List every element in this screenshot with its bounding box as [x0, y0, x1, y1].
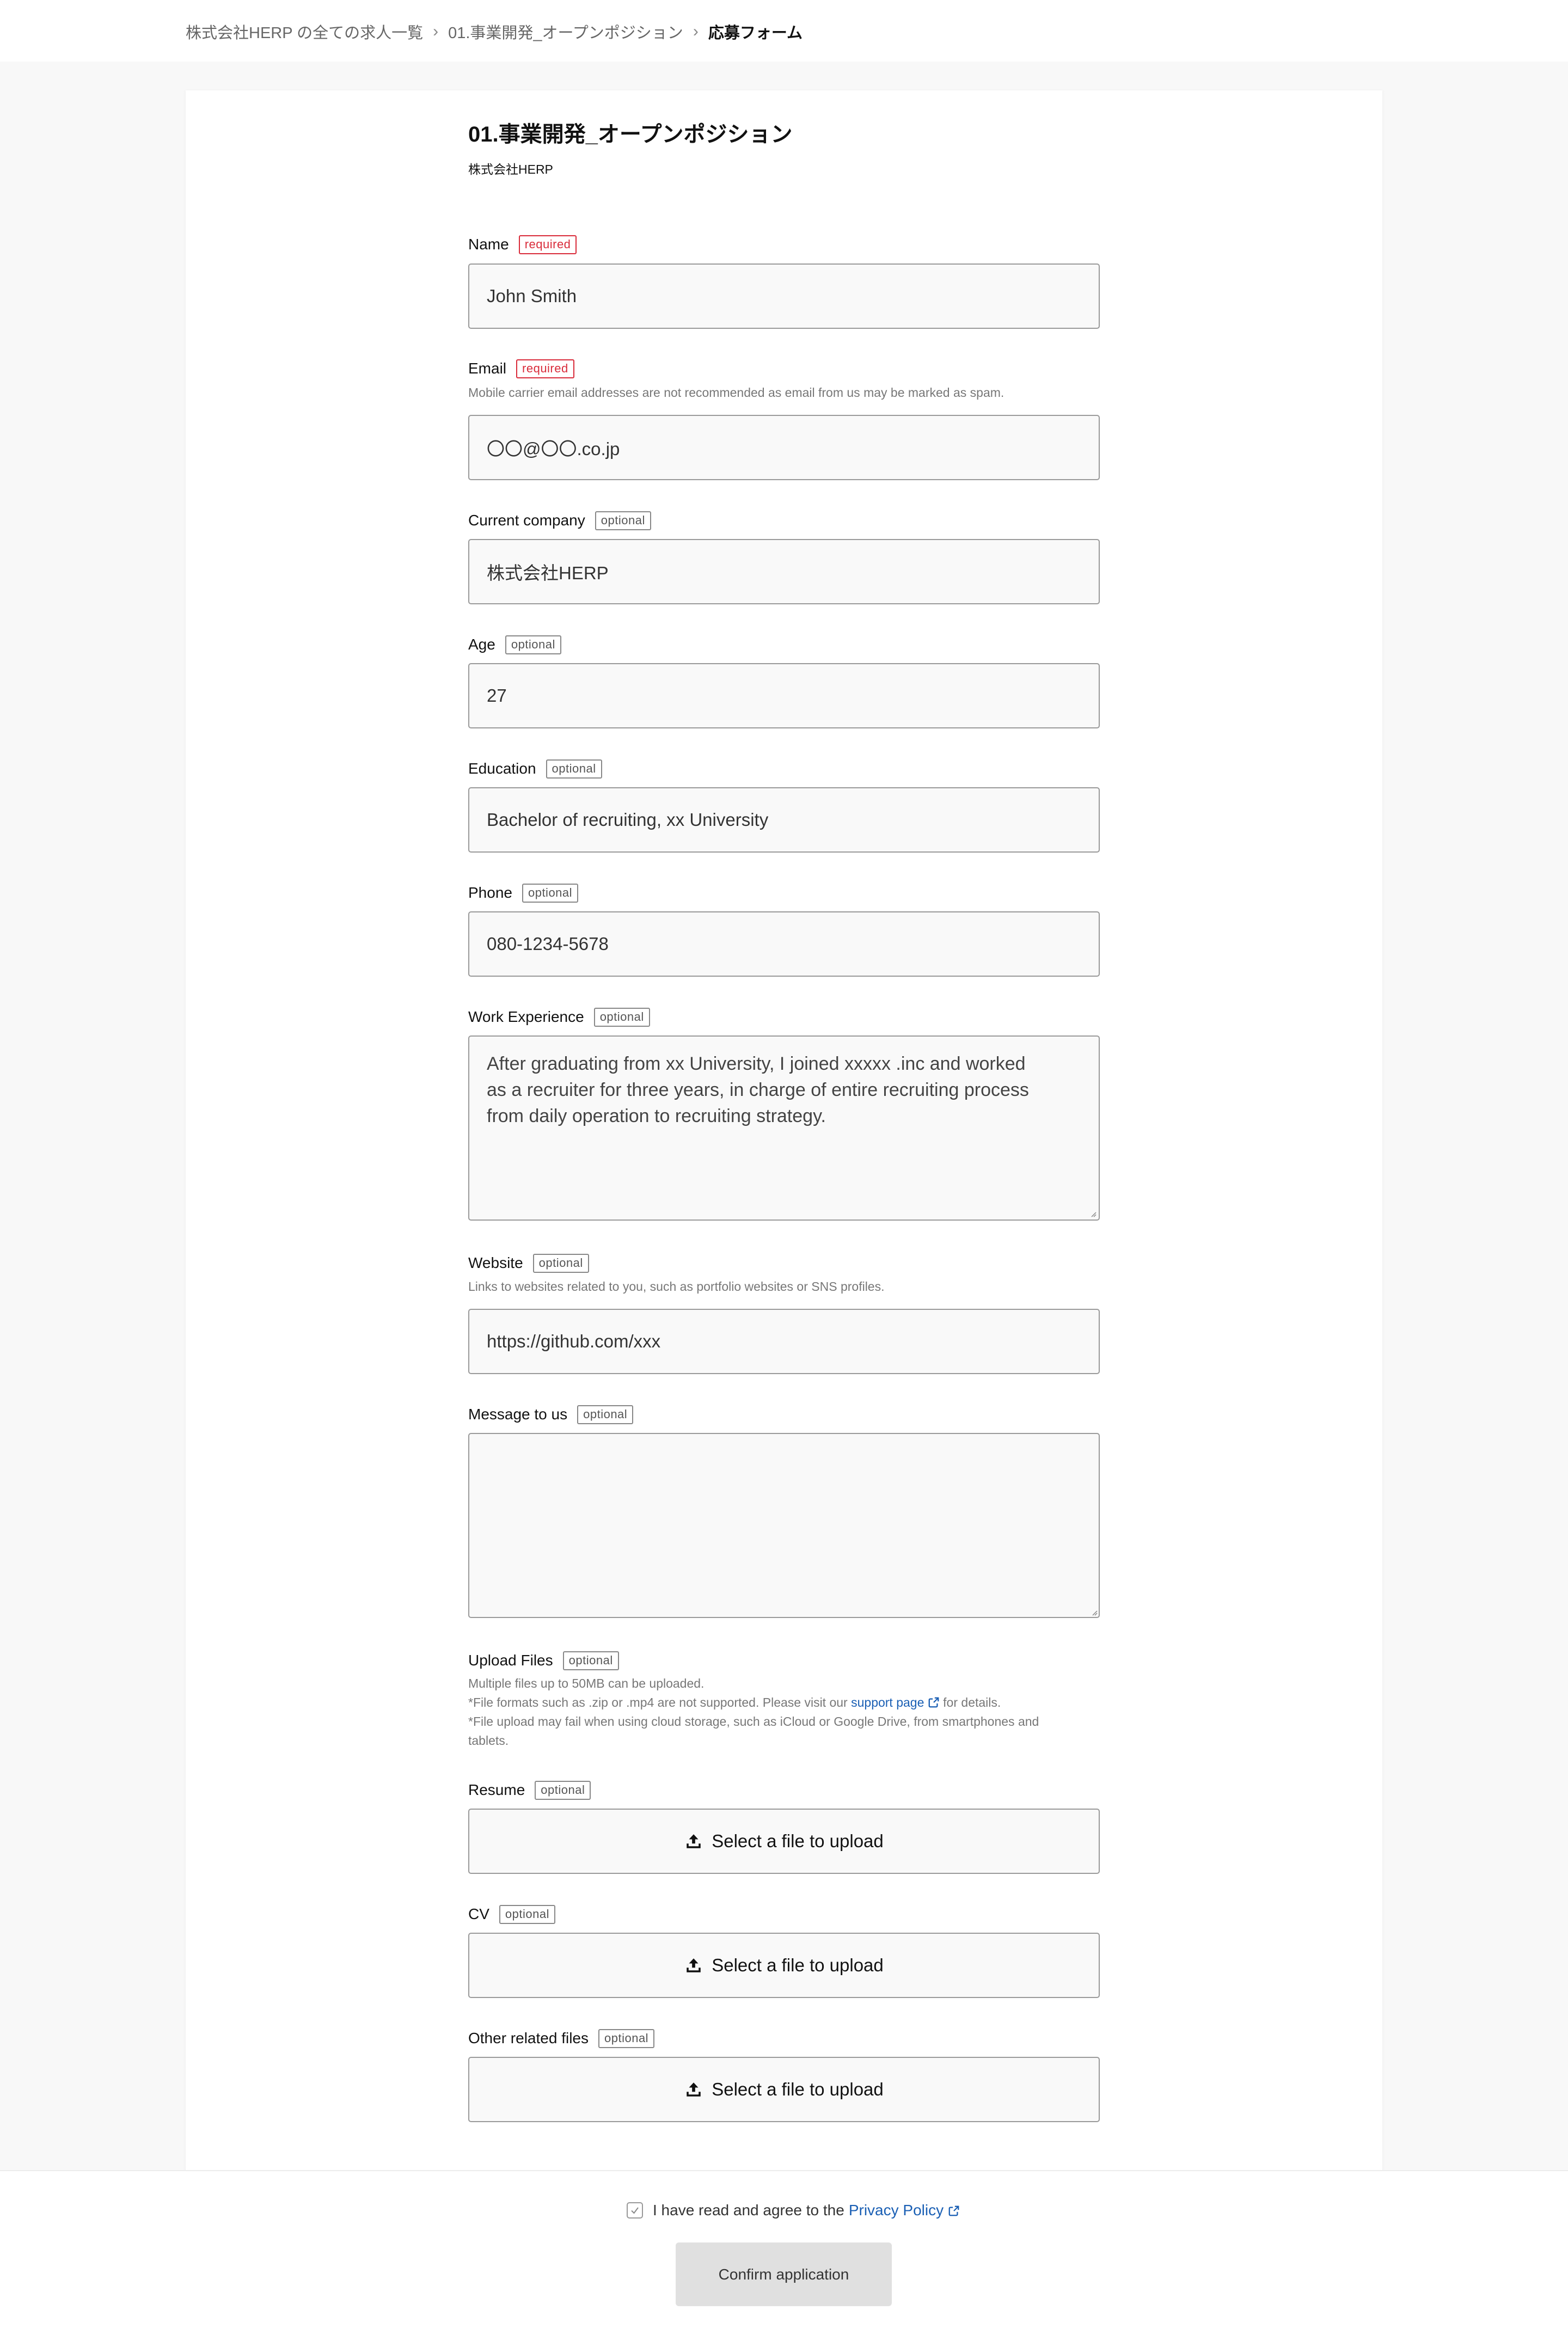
education-label: Education [468, 760, 536, 777]
cv-upload-button[interactable]: Select a file to upload [468, 1933, 1100, 1998]
company-name: 株式会社HERP [468, 162, 553, 176]
resume-upload-button[interactable]: Select a file to upload [468, 1809, 1100, 1874]
name-label: Name [468, 236, 509, 253]
company-input[interactable]: 株式会社HERP [468, 539, 1100, 604]
work-experience-label: Work Experience [468, 1008, 584, 1025]
company-label-row: Current company optional [468, 510, 651, 531]
external-link-icon [948, 2205, 959, 2216]
email-label-row: Email required [468, 358, 574, 379]
phone-label: Phone [468, 884, 512, 901]
message-label: Message to us [468, 1406, 568, 1423]
education-label-row: Education optional [468, 758, 602, 780]
phone-input[interactable]: 080-1234-5678 [468, 911, 1100, 977]
cv-label: CV [468, 1905, 489, 1922]
work-experience-line: as a recruiter for three years, in charg… [487, 1080, 1029, 1100]
privacy-checkbox[interactable] [627, 2202, 643, 2219]
breadcrumb-all-jobs-link[interactable]: 株式会社HERP の全ての求人一覧 [186, 20, 423, 43]
support-page-link-text: support page [851, 1695, 924, 1709]
resume-label: Resume [468, 1781, 525, 1798]
website-label: Website [468, 1254, 523, 1271]
optional-badge: optional [546, 759, 602, 779]
confirm-application-button[interactable]: Confirm application [676, 2242, 892, 2306]
age-label: Age [468, 636, 495, 653]
work-experience-line: from daily operation to recruiting strat… [487, 1106, 826, 1126]
email-input[interactable]: 〇〇@〇〇.co.jp [468, 415, 1100, 480]
age-input[interactable]: 27 [468, 663, 1100, 728]
message-textarea[interactable] [468, 1433, 1100, 1618]
optional-badge: optional [595, 511, 651, 530]
optional-badge: optional [505, 635, 561, 654]
education-input[interactable]: Bachelor of recruiting, xx University [468, 787, 1100, 853]
cv-label-row: CV optional [468, 1903, 555, 1925]
resume-label-row: Resume optional [468, 1779, 591, 1801]
message-label-row: Message to us optional [468, 1404, 634, 1425]
optional-badge: optional [522, 883, 579, 903]
breadcrumb-job-link[interactable]: 01.事業開発_オープンポジション [448, 20, 683, 43]
other-files-upload-button[interactable]: Select a file to upload [468, 2057, 1100, 2122]
required-badge: required [518, 235, 577, 254]
age-label-row: Age optional [468, 634, 561, 655]
privacy-policy-link-text: Privacy Policy [848, 2202, 944, 2219]
company-label: Current company [468, 512, 585, 529]
optional-badge: optional [499, 1904, 555, 1924]
upload-hint-formats: *File formats such as .zip or .mp4 are n… [468, 1693, 1001, 1712]
upload-hint-formats-text-end: for details. [943, 1695, 1001, 1709]
other-files-label: Other related files [468, 2030, 589, 2046]
optional-badge: optional [577, 1405, 634, 1424]
upload-icon [687, 2082, 701, 2097]
work-experience-line: After graduating from xx University, I j… [487, 1053, 1026, 1074]
upload-label-row: Upload Files optional [468, 1650, 619, 1671]
chevron-right-icon: › [693, 22, 699, 40]
optional-badge: optional [593, 1007, 650, 1027]
upload-icon [687, 1958, 701, 1972]
optional-badge: optional [562, 1651, 619, 1670]
upload-button-label: Select a file to upload [712, 2079, 884, 2099]
agree-text: I have read and agree to the [653, 2202, 844, 2219]
resize-handle-icon[interactable] [1091, 1609, 1098, 1616]
privacy-agreement: I have read and agree to the Privacy Pol… [627, 2199, 960, 2221]
email-label: Email [468, 360, 507, 377]
resize-handle-icon[interactable] [1090, 1211, 1097, 1217]
upload-hint-size: Multiple files up to 50MB can be uploade… [468, 1676, 705, 1690]
upload-button-label: Select a file to upload [712, 1831, 884, 1851]
upload-button-label: Select a file to upload [712, 1955, 884, 1975]
phone-label-row: Phone optional [468, 882, 579, 904]
other-files-label-row: Other related files optional [468, 2027, 655, 2049]
work-experience-textarea[interactable]: After graduating from xx University, I j… [468, 1035, 1100, 1221]
upload-files-label: Upload Files [468, 1652, 553, 1669]
optional-badge: optional [598, 2029, 655, 2048]
top-bar: 株式会社HERP の全ての求人一覧 › 01.事業開発_オープンポジション › … [0, 0, 1568, 62]
support-page-link[interactable]: support page [851, 1695, 943, 1709]
name-input[interactable]: John Smith [468, 263, 1100, 329]
upload-hint-formats-text: *File formats such as .zip or .mp4 are n… [468, 1695, 848, 1709]
name-label-row: Name required [468, 234, 577, 255]
breadcrumb: 株式会社HERP の全ての求人一覧 › 01.事業開発_オープンポジション › … [186, 21, 803, 42]
privacy-policy-link[interactable]: Privacy Policy [849, 2202, 960, 2219]
checkmark-icon [631, 2207, 639, 2214]
optional-badge: optional [535, 1780, 591, 1800]
required-badge: required [516, 359, 574, 378]
chevron-right-icon: › [433, 22, 439, 40]
email-hint: Mobile carrier email addresses are not r… [468, 385, 1004, 400]
upload-hint-cloud: *File upload may fail when using cloud s… [468, 1714, 1039, 1729]
upload-icon [687, 1834, 701, 1848]
external-link-icon [928, 1697, 939, 1708]
website-hint: Links to websites related to you, such a… [468, 1279, 885, 1294]
website-label-row: Website optional [468, 1252, 589, 1274]
breadcrumb-current: 応募フォーム [708, 24, 803, 42]
work-label-row: Work Experience optional [468, 1006, 650, 1028]
optional-badge: optional [532, 1253, 589, 1273]
website-input[interactable]: https://github.com/xxx [468, 1309, 1100, 1374]
upload-hint-cloud-cont: tablets. [468, 1733, 509, 1748]
page-title: 01.事業開発_オープンポジション [468, 122, 793, 146]
